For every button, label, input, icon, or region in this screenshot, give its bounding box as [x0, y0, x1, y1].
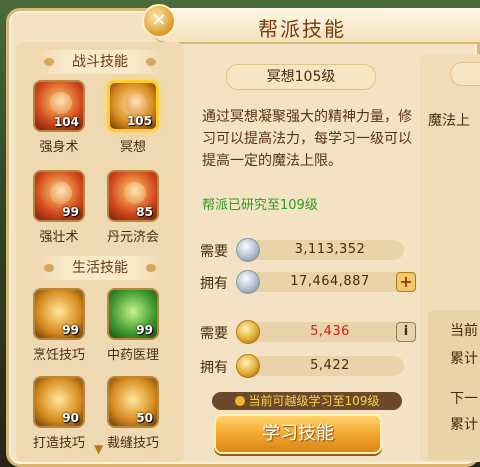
skill-name: 裁缝技巧	[106, 436, 159, 451]
skill-name: 烹饪技巧	[32, 348, 85, 363]
info-icon: i	[403, 324, 409, 339]
current-label: 当前	[450, 323, 478, 339]
skill-name: 丹元济会	[106, 230, 159, 245]
skill-list-panel: 战斗技能 104 强身术 105 冥想 99 强壮术 85 丹元济会 生活技能 …	[16, 42, 184, 462]
contribution-need-row: 需要 5,436 i	[200, 320, 416, 344]
skill-icon: 50	[107, 376, 159, 428]
total-label: 累计	[450, 351, 478, 367]
contribution-icon	[236, 354, 260, 378]
skill-icon: 105	[107, 80, 159, 132]
coin-icon	[234, 396, 245, 406]
skill-detail-panel: 冥想105级 通过冥想凝聚强大的精神力量，修习可以提高法力，每学习一级可以提高一…	[190, 44, 416, 462]
close-icon: ✕	[151, 10, 167, 31]
effect-text: 魔法上	[428, 113, 470, 129]
selected-skill-name: 冥想105级	[226, 64, 376, 90]
effect-panel: 魔法上 当前 累计 下一 累计	[420, 54, 480, 462]
contribution-icon	[236, 320, 260, 344]
skill-item-qiangshenshu[interactable]: 104 强身术	[26, 80, 92, 155]
info-button[interactable]: i	[396, 322, 416, 342]
total-label-next: 累计	[450, 417, 478, 433]
skill-item-pengren[interactable]: 99 烹饪技巧	[26, 288, 92, 363]
skill-icon: 99	[33, 288, 85, 340]
life-skills-header: 生活技能	[40, 256, 160, 280]
guild-research-status: 帮派已研究至109级	[202, 198, 318, 213]
next-label: 下一	[450, 391, 478, 407]
close-button[interactable]: ✕	[142, 4, 176, 38]
skill-description: 通过冥想凝聚强大的精神力量，修习可以提高法力，每学习一级可以提高一定的魔法上限。	[202, 109, 412, 169]
skill-item-dazao[interactable]: 90 打造技巧	[26, 376, 92, 451]
skill-icon: 104	[33, 80, 85, 132]
learn-skill-button[interactable]: 学习技能	[214, 414, 382, 454]
skill-item-danyuanjihui[interactable]: 85 丹元济会	[100, 170, 166, 245]
silver-coin-icon	[236, 270, 260, 294]
chevron-down-icon[interactable]: ▼	[94, 442, 108, 456]
silver-have-row: 拥有 17,464,887 +	[200, 270, 416, 294]
skill-name: 强身术	[39, 140, 79, 155]
silver-need-row: 需要 3,113,352	[200, 238, 404, 262]
notice-banner: 当前可越级学习至109级	[212, 392, 402, 410]
skill-item-caifeng[interactable]: 50 裁缝技巧	[100, 376, 166, 451]
silver-coin-icon	[236, 238, 260, 262]
contribution-have-row: 拥有 5,422	[200, 354, 404, 378]
add-silver-button[interactable]: +	[396, 272, 416, 292]
effect-header	[450, 62, 480, 86]
plus-icon: +	[399, 272, 413, 291]
skill-name: 中药医理	[106, 348, 159, 363]
skill-item-qiangzhuangshu[interactable]: 99 强壮术	[26, 170, 92, 245]
skill-icon: 90	[33, 376, 85, 428]
skill-name: 强壮术	[39, 230, 79, 245]
skill-item-zhongyao[interactable]: 99 中药医理	[100, 288, 166, 363]
skill-icon: 99	[107, 288, 159, 340]
combat-skills-header: 战斗技能	[40, 50, 160, 74]
skill-item-mingxiang[interactable]: 105 冥想	[100, 80, 166, 155]
skill-name: 冥想	[119, 140, 146, 155]
skill-name: 打造技巧	[32, 436, 85, 451]
window-title: 帮派技能	[258, 17, 346, 41]
skill-icon: 85	[107, 170, 159, 222]
skill-icon: 99	[33, 170, 85, 222]
